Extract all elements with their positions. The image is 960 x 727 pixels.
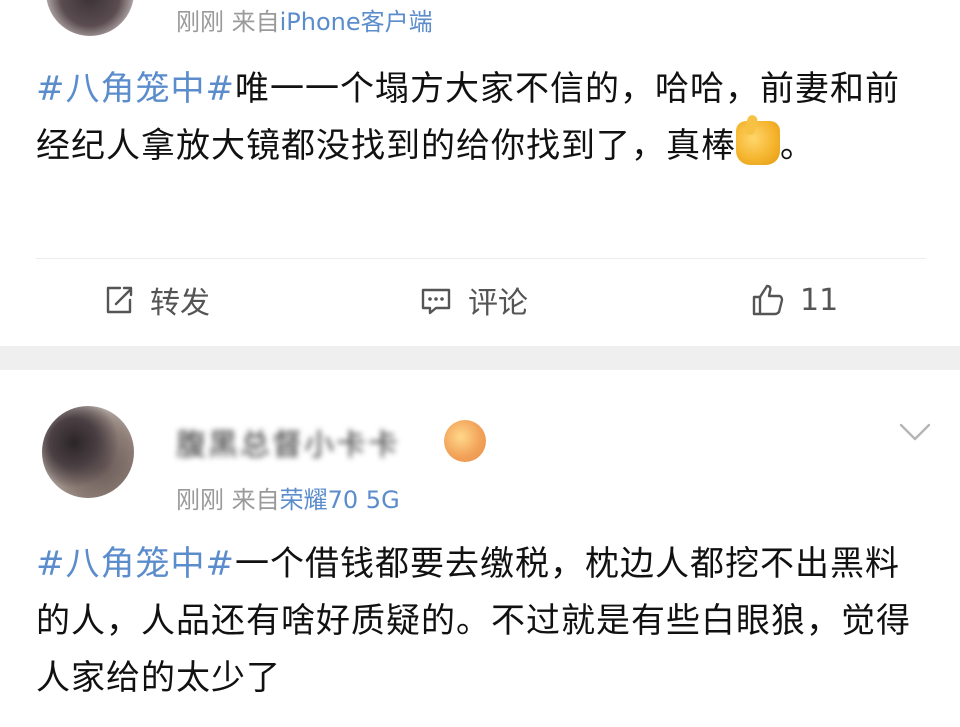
thumbs-up-icon [736, 121, 780, 165]
divider [36, 258, 926, 259]
post-text: #八角笼中#唯一一个塌方大家不信的，哈哈，前妻和前经纪人拿放大镜都没找到的给你找… [36, 61, 926, 175]
chevron-down-icon[interactable] [898, 420, 932, 444]
post-time: 刚刚 [176, 486, 224, 514]
like-count: 11 [800, 282, 839, 318]
repost-icon [106, 286, 133, 314]
user-badge-icon [444, 420, 486, 462]
avatar[interactable] [46, 0, 134, 36]
weibo-post-1: 刚刚 来自iPhone客户端 #八角笼中#唯一一个塌方大家不信的，哈哈，前妻和前… [0, 0, 960, 346]
weibo-post-2: 腹黑总督小卡卡 刚刚 来自荣耀70 5G #八角笼中#一个借钱都要去缴税，枕边人… [0, 370, 960, 727]
post-time: 刚刚 [176, 8, 224, 36]
repost-button[interactable]: 转发 [100, 275, 210, 325]
post-meta: 刚刚 来自iPhone客户端 [176, 2, 433, 37]
post-body-end: 。 [780, 126, 815, 166]
post-source[interactable]: 荣耀70 5G [280, 486, 400, 514]
comment-button[interactable]: 评论 [418, 275, 528, 325]
comment-icon [421, 288, 451, 315]
post-meta: 刚刚 来自荣耀70 5G [176, 480, 400, 515]
post-from: 来自 [231, 8, 280, 36]
like-icon [752, 284, 784, 316]
post-separator [0, 346, 960, 370]
post-text: #八角笼中#一个借钱都要去缴税，枕边人都挖不出黑料的人，人品还有啥好质疑的。不过… [36, 536, 926, 707]
post-source[interactable]: iPhone客户端 [280, 8, 433, 36]
comment-label: 评论 [468, 286, 528, 321]
avatar[interactable] [42, 406, 134, 498]
hashtag-link[interactable]: #八角笼中# [36, 69, 235, 109]
hashtag-link[interactable]: #八角笼中# [36, 544, 235, 584]
repost-label: 转发 [150, 286, 210, 321]
like-button[interactable]: 11 [750, 275, 838, 325]
post-from: 来自 [231, 486, 280, 514]
username[interactable]: 腹黑总督小卡卡 [176, 420, 436, 463]
